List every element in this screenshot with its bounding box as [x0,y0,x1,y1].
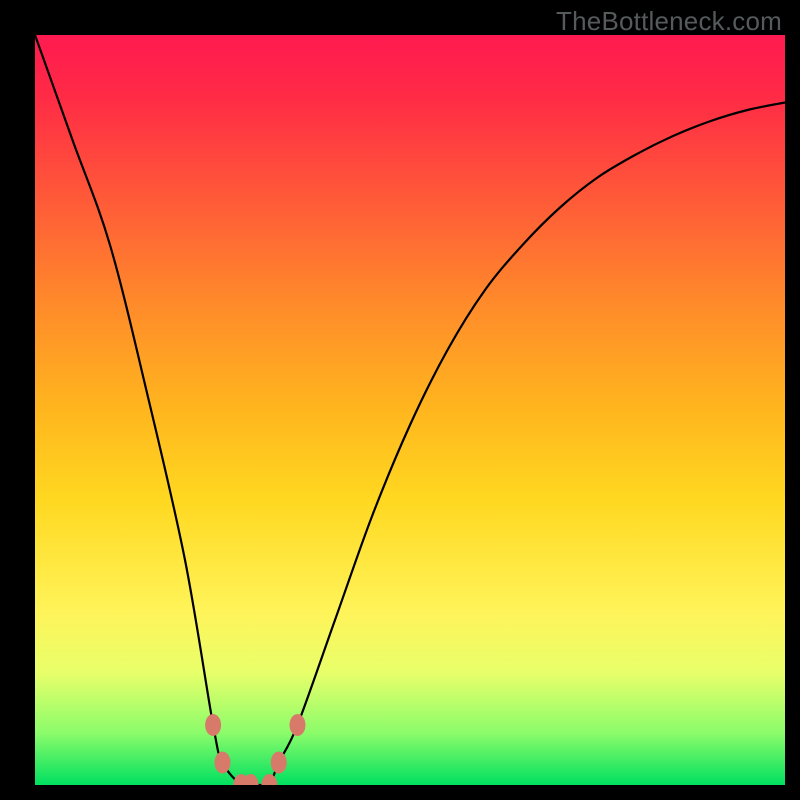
watermark-text: TheBottleneck.com [556,6,782,37]
curve-line [35,35,785,785]
trough-marker [290,714,306,736]
trough-marker [271,752,287,774]
trough-marker [215,752,231,774]
trough-marker [261,774,277,785]
chart-frame: TheBottleneck.com [0,0,800,800]
bottleneck-curve [35,35,785,785]
plot-area [35,35,785,785]
trough-markers [205,714,305,785]
trough-marker [205,714,221,736]
